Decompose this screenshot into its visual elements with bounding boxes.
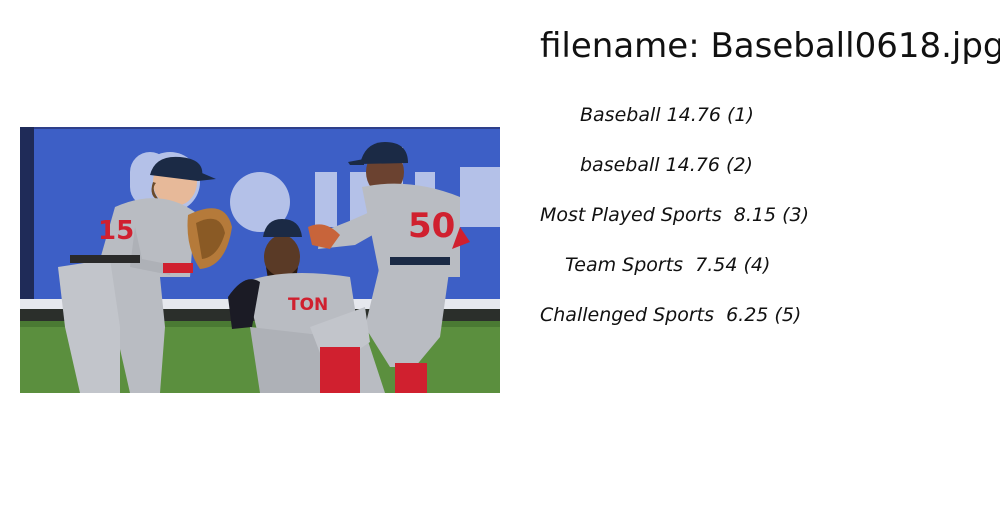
tag-item: Most Played Sports 8.15 (3) — [540, 204, 810, 226]
tag-item: baseball 14.76 (2) — [580, 154, 753, 176]
svg-text:TON: TON — [288, 295, 328, 315]
baseball-photo: 15 TON 50 — [20, 127, 500, 393]
tag-list: Baseball 14.76 (1) baseball 14.76 (2) Mo… — [540, 100, 980, 350]
svg-text:50: 50 — [408, 206, 455, 246]
svg-text:15: 15 — [98, 216, 134, 246]
tag-item: Challenged Sports 6.25 (5) — [540, 304, 802, 326]
tag-item: Team Sports 7.54 (4) — [565, 254, 771, 276]
tag-item: Baseball 14.76 (1) — [580, 104, 754, 126]
filename-label: filename: Baseball0618.jpg — [540, 26, 1000, 66]
page: 15 TON 50 filename: Baseball0618.jpg Bas… — [0, 0, 1000, 520]
